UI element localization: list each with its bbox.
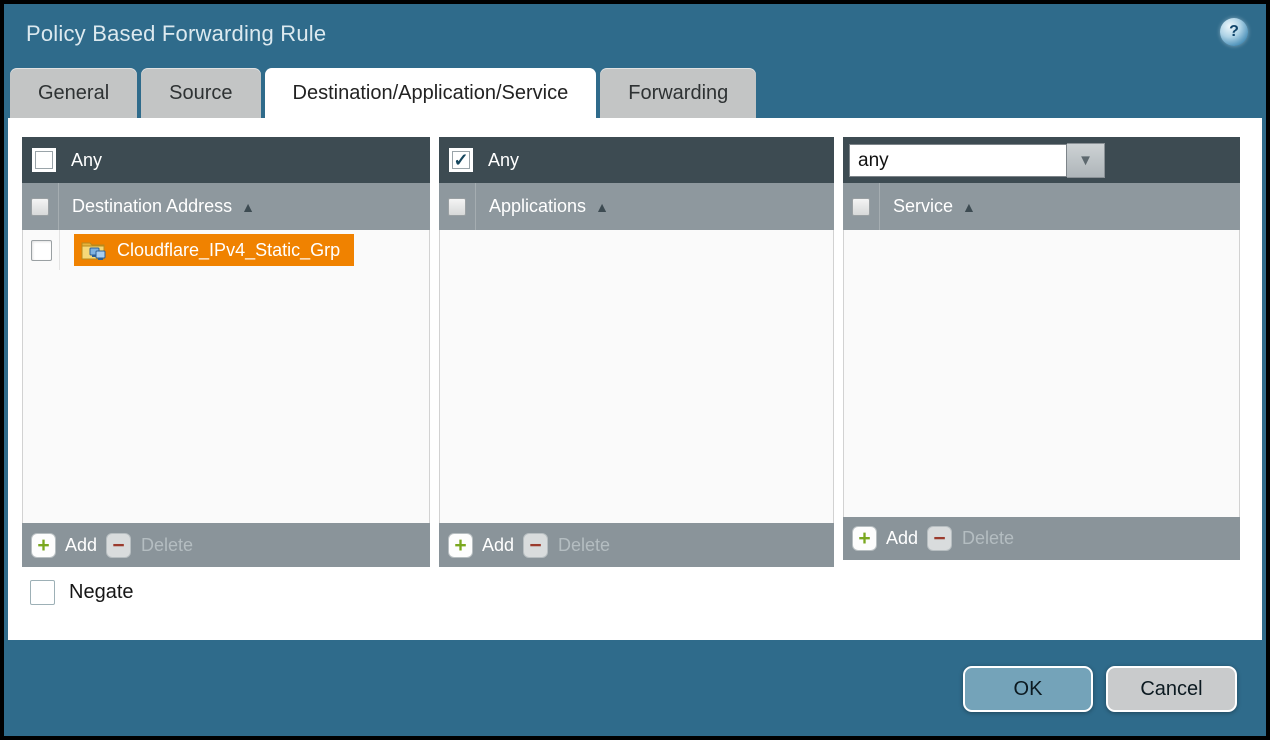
destination-any-bar: Any: [22, 137, 430, 183]
sort-ascending-icon: ▲: [962, 199, 976, 215]
dialog-title: Policy Based Forwarding Rule: [26, 21, 326, 47]
service-selectall-checkbox[interactable]: [852, 198, 870, 216]
negate-option: Negate: [30, 580, 134, 605]
sort-ascending-icon: ▲: [595, 199, 609, 215]
destination-address-header-label: Destination Address: [72, 196, 232, 217]
tab-destination-application-service[interactable]: Destination/Application/Service: [265, 68, 597, 118]
destination-footer: + Add − Delete: [22, 523, 430, 567]
negate-label: Negate: [69, 581, 134, 604]
destination-any-label: Any: [71, 150, 102, 171]
address-group-icon: [81, 239, 108, 261]
applications-list: [439, 230, 834, 523]
applications-header[interactable]: Applications ▲: [439, 183, 834, 230]
add-button[interactable]: Add: [886, 528, 918, 549]
negate-checkbox[interactable]: [30, 580, 55, 605]
applications-any-bar: ✓ Any: [439, 137, 834, 183]
applications-column: ✓ Any Applications ▲ + Add − Delete: [439, 137, 834, 567]
service-header-label: Service: [893, 196, 953, 217]
applications-selectall-checkbox[interactable]: [448, 198, 466, 216]
tab-general[interactable]: General: [10, 68, 137, 118]
address-group-name: Cloudflare_IPv4_Static_Grp: [117, 240, 340, 261]
add-icon[interactable]: +: [448, 533, 473, 558]
columns-container: Any Destination Address ▲: [22, 137, 1240, 567]
delete-button: Delete: [141, 535, 193, 556]
destination-address-list: Cloudflare_IPv4_Static_Grp: [22, 230, 430, 523]
table-row[interactable]: Cloudflare_IPv4_Static_Grp: [23, 230, 429, 270]
delete-button: Delete: [962, 528, 1014, 549]
chevron-down-icon[interactable]: ▼: [1067, 143, 1105, 178]
policy-based-forwarding-dialog: Policy Based Forwarding Rule ? General S…: [0, 0, 1270, 740]
destination-selectall-checkbox[interactable]: [31, 198, 49, 216]
add-icon[interactable]: +: [852, 526, 877, 551]
destination-address-header[interactable]: Destination Address ▲: [22, 183, 430, 230]
cancel-button[interactable]: Cancel: [1106, 666, 1237, 712]
tab-bar: General Source Destination/Application/S…: [10, 68, 756, 118]
delete-icon[interactable]: −: [927, 526, 952, 551]
service-header[interactable]: Service ▲: [843, 183, 1240, 230]
service-dropdown-bar: any ▼: [843, 137, 1240, 183]
add-button[interactable]: Add: [65, 535, 97, 556]
destination-address-column: Any Destination Address ▲: [22, 137, 430, 567]
add-button[interactable]: Add: [482, 535, 514, 556]
sort-ascending-icon: ▲: [241, 199, 255, 215]
delete-icon[interactable]: −: [523, 533, 548, 558]
help-icon[interactable]: ?: [1220, 18, 1248, 46]
delete-button: Delete: [558, 535, 610, 556]
ok-button[interactable]: OK: [963, 666, 1093, 712]
applications-any-checkbox[interactable]: ✓: [449, 148, 473, 172]
service-dropdown[interactable]: any ▼: [849, 143, 1105, 178]
destination-any-checkbox[interactable]: [32, 148, 56, 172]
applications-header-label: Applications: [489, 196, 586, 217]
applications-any-label: Any: [488, 150, 519, 171]
selected-address-group[interactable]: Cloudflare_IPv4_Static_Grp: [74, 234, 354, 266]
service-list: [843, 230, 1240, 517]
service-column: any ▼ Service ▲ + Add − Delete: [843, 137, 1240, 567]
service-footer: + Add − Delete: [843, 517, 1240, 560]
tab-forwarding[interactable]: Forwarding: [600, 68, 756, 118]
service-dropdown-value[interactable]: any: [849, 144, 1067, 177]
row-checkbox[interactable]: [31, 240, 52, 261]
applications-footer: + Add − Delete: [439, 523, 834, 567]
add-icon[interactable]: +: [31, 533, 56, 558]
tab-content-panel: Any Destination Address ▲: [8, 118, 1262, 640]
delete-icon[interactable]: −: [106, 533, 131, 558]
tab-source[interactable]: Source: [141, 68, 260, 118]
